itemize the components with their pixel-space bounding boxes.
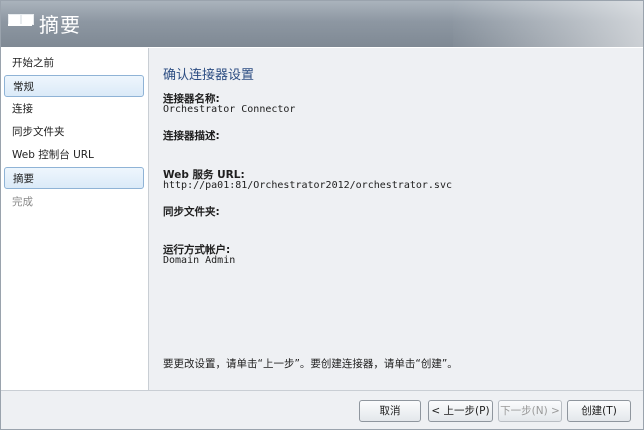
create-button[interactable]: 创建(T)	[567, 400, 631, 422]
sidebar-item-summary[interactable]: 摘要	[4, 167, 144, 189]
section-title: 确认连接器设置	[163, 68, 255, 83]
sidebar-item-completion: 完成	[12, 196, 33, 208]
page-title: 摘要	[39, 13, 81, 37]
connector-name-value: Orchestrator Connector	[163, 104, 296, 115]
web-service-url-value: http://pa01:81/Orchestrator2012/orchestr…	[163, 180, 452, 191]
wizard-window: 摘要 开始之前 常规 连接 同步文件夹 Web 控制台 URL 摘要 完成 确认…	[0, 0, 644, 430]
instruction-note: 要更改设置，请单击“上一步”。要创建连接器，请单击“创建”。	[163, 358, 458, 370]
run-as-account-value: Domain Admin	[163, 255, 236, 266]
next-button: 下一步(N) >	[498, 400, 562, 422]
sidebar-item-connection[interactable]: 连接	[4, 98, 144, 120]
sidebar-item-before-you-begin[interactable]: 开始之前	[4, 52, 144, 74]
previous-button[interactable]: < 上一步(P)	[428, 400, 493, 422]
summary-panel: 确认连接器设置 连接器名称: Orchestrator Connector 连接…	[149, 48, 643, 390]
sidebar-item-general[interactable]: 常规	[4, 75, 144, 97]
sidebar-item-web-console-url[interactable]: Web 控制台 URL	[4, 144, 144, 166]
cancel-button[interactable]: 取消	[359, 400, 421, 422]
button-bar: 取消 < 上一步(P) 下一步(N) > 创建(T)	[1, 390, 643, 429]
wizard-icon	[8, 14, 34, 34]
wizard-steps-sidebar: 开始之前 常规 连接 同步文件夹 Web 控制台 URL 摘要 完成	[1, 48, 149, 390]
connector-description-label: 连接器描述:	[163, 130, 220, 142]
header-banner: 摘要	[1, 1, 643, 47]
sync-folder-label: 同步文件夹:	[163, 206, 220, 218]
sidebar-item-sync-folder[interactable]: 同步文件夹	[4, 121, 144, 143]
header-decoration	[453, 1, 643, 47]
